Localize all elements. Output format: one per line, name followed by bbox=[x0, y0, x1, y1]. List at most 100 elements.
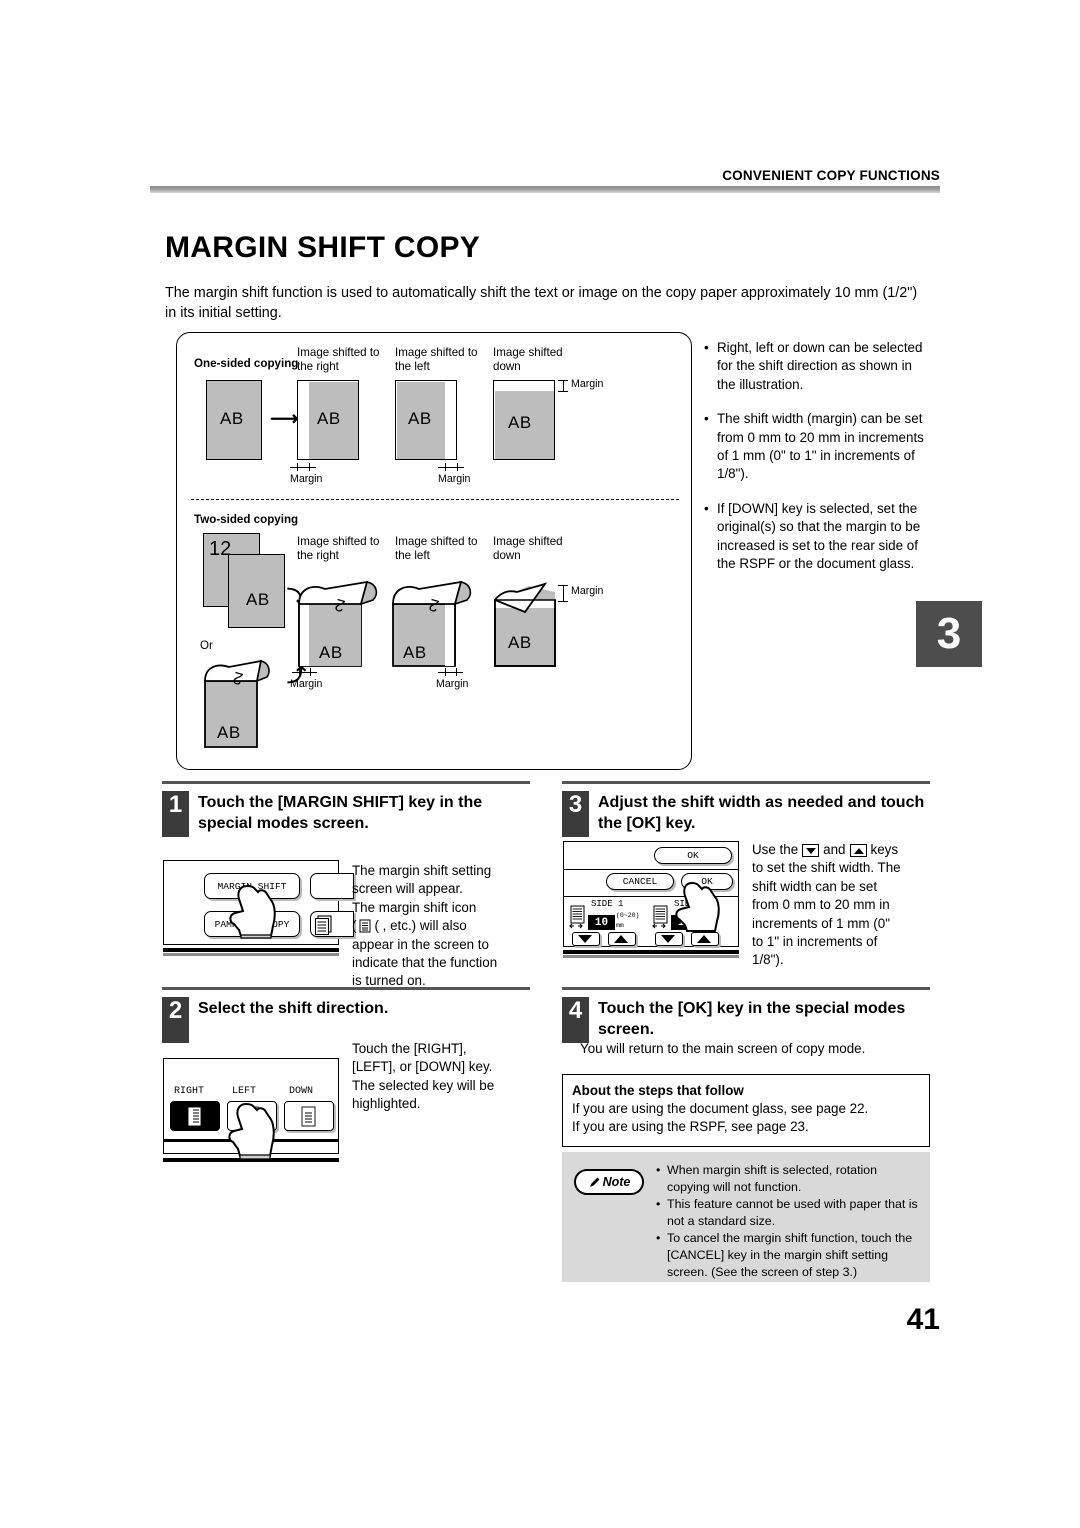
step-2-number: 2 bbox=[162, 997, 189, 1043]
section-divider bbox=[191, 499, 679, 500]
two-sided-caption-left: Image shifted to the left bbox=[395, 535, 478, 562]
two-sided-right-text: AB bbox=[319, 643, 343, 662]
step-2-body-line: [LEFT], or [DOWN] key. bbox=[352, 1059, 493, 1075]
curled-original-text: AB bbox=[217, 723, 241, 742]
one-sided-caption-left: Image shifted to the left bbox=[395, 346, 478, 373]
manual-page: CONVENIENT COPY FUNCTIONS MARGIN SHIFT C… bbox=[0, 0, 1080, 1528]
ok-top-key[interactable]: OK bbox=[654, 847, 732, 864]
one-sided-label: One-sided copying bbox=[194, 357, 299, 370]
side-1-range: (0~20) bbox=[616, 912, 640, 919]
feature-bullets: Right, left or down can be selected for … bbox=[704, 339, 930, 589]
step-4-title: Touch the [OK] key in the special modes … bbox=[598, 1000, 906, 1038]
note-item: This feature cannot be used with paper t… bbox=[656, 1196, 922, 1229]
step-2-rule bbox=[162, 987, 530, 990]
step-3-body-line: shift width can be set bbox=[752, 878, 878, 894]
margin-tick-f2 bbox=[558, 601, 568, 602]
step-3-number: 3 bbox=[562, 791, 589, 837]
margin-rule-f bbox=[563, 585, 564, 601]
step-2-body-line: The selected key will be bbox=[352, 1077, 495, 1093]
two-sided-back-text: AB bbox=[246, 590, 270, 609]
hand-touch-icon bbox=[229, 884, 276, 939]
note-badge: Note bbox=[574, 1169, 644, 1195]
note-items: When margin shift is selected, rotation … bbox=[656, 1162, 922, 1281]
note-badge-label: Note bbox=[602, 1175, 631, 1189]
step-2-body: Touch the [RIGHT], [LEFT], or [DOWN] key… bbox=[352, 1040, 537, 1114]
step-3-screen-base bbox=[563, 950, 739, 954]
cancel-key[interactable]: CANCEL bbox=[606, 873, 674, 890]
margin-label-c: Margin bbox=[571, 378, 604, 390]
about-steps-title: About the steps that follow bbox=[572, 1083, 744, 1098]
step-3-rule bbox=[562, 781, 930, 784]
step-2-body-line: highlighted. bbox=[352, 1096, 421, 1112]
step-1-body-line: The margin shift setting bbox=[352, 863, 492, 878]
margin-rule-e bbox=[438, 672, 463, 673]
bullet-item: The shift width (margin) can be set from… bbox=[704, 410, 930, 484]
step-3-body-line: from 0 mm to 20 mm in bbox=[752, 897, 890, 913]
up-arrow-icon bbox=[614, 935, 628, 943]
step-3: 3 Adjust the shift width as needed and t… bbox=[562, 781, 930, 837]
step-1-body-line: indicate that the function bbox=[352, 955, 498, 971]
page-title: MARGIN SHIFT COPY bbox=[165, 231, 481, 264]
one-sided-caption-right: Image shifted to the right bbox=[297, 346, 380, 373]
step-3-screen-base2 bbox=[563, 955, 739, 958]
down-arrow-icon bbox=[578, 935, 592, 943]
step-3-body-line: Use the bbox=[752, 842, 799, 857]
shift-left-sheet-text: AB bbox=[408, 409, 432, 428]
step-3-body-line: keys bbox=[870, 842, 899, 857]
step-1-number: 1 bbox=[162, 791, 189, 837]
intro-paragraph: The margin shift function is used to aut… bbox=[165, 285, 918, 321]
document-stack-icon bbox=[314, 915, 332, 936]
hand-touch-icon-step2 bbox=[228, 1102, 275, 1160]
arrow-right-icon: ⟶ bbox=[270, 408, 299, 430]
running-head: CONVENIENT COPY FUNCTIONS bbox=[722, 168, 940, 183]
two-sided-caption-down: Image shifted down bbox=[493, 535, 563, 562]
side-1-icon bbox=[569, 905, 585, 929]
step-1-body-line: ( , etc.) will also bbox=[374, 918, 467, 934]
step-3-body-line: to 1" in increments of bbox=[752, 934, 878, 950]
right-direction-key[interactable] bbox=[170, 1101, 220, 1131]
two-sided-caption-right: Image shifted to the right bbox=[297, 535, 380, 562]
side-1-unit: mm bbox=[616, 922, 624, 929]
step-2: 2 Select the shift direction. bbox=[162, 987, 530, 1043]
step-1-rule bbox=[162, 781, 530, 784]
step-1: 1 Touch the [MARGIN SHIFT] key in the sp… bbox=[162, 781, 530, 837]
step-3-body-line: increments of 1 mm (0" bbox=[752, 915, 890, 931]
one-sided-caption-down: Image shifted down bbox=[493, 346, 563, 373]
step-3-body-line: to set the shift width. The bbox=[752, 860, 901, 876]
down-direction-key[interactable] bbox=[284, 1101, 334, 1131]
step-1-body-line: The margin shift icon bbox=[352, 899, 477, 915]
step-1-body-line: appear in the screen to bbox=[352, 936, 489, 952]
original-sheet-text: AB bbox=[220, 409, 244, 428]
step-3-body-line: 1/8"). bbox=[752, 952, 784, 968]
two-sided-down-text: AB bbox=[508, 633, 532, 652]
step-1-title: Touch the [MARGIN SHIFT] key in the spec… bbox=[198, 794, 483, 832]
header-rule bbox=[150, 186, 940, 193]
margin-tick-c2 bbox=[558, 391, 568, 392]
chapter-tab: 3 bbox=[916, 601, 982, 667]
side-1-value: 10 bbox=[588, 915, 615, 930]
bullet-item: If [DOWN] key is selected, set the origi… bbox=[704, 500, 930, 574]
step-2-title: Select the shift direction. bbox=[198, 1000, 389, 1017]
about-steps-line: If you are using the document glass, see… bbox=[572, 1101, 869, 1116]
next-key-partial[interactable] bbox=[310, 873, 354, 899]
side-2-icon bbox=[652, 905, 668, 929]
margin-rule-b bbox=[438, 467, 464, 468]
pencil-icon bbox=[589, 1177, 600, 1187]
margin-rule-d bbox=[292, 672, 317, 673]
step-3-body: Use the and keys to set the shift width.… bbox=[752, 841, 937, 970]
step-3-divider-1 bbox=[564, 869, 738, 871]
margin-label-e: Margin bbox=[436, 678, 469, 690]
about-steps-box: About the steps that follow If you are u… bbox=[562, 1074, 930, 1147]
two-sided-label: Two-sided copying bbox=[194, 513, 299, 526]
curled-original-icon: 2 bbox=[204, 659, 270, 748]
two-sided-down-sheet bbox=[493, 582, 556, 667]
down-arrow-icon-2 bbox=[661, 935, 675, 943]
bullet-item: Right, left or down can be selected for … bbox=[704, 339, 930, 394]
up-arrow-icon-2 bbox=[697, 935, 711, 943]
illustration-panel: One-sided copying AB ⟶ Image shifted to … bbox=[176, 332, 692, 770]
margin-label-a: Margin bbox=[290, 473, 323, 485]
note-item: To cancel the margin shift function, tou… bbox=[656, 1230, 922, 1280]
step-1-screen-base2 bbox=[163, 953, 339, 956]
or-label: Or bbox=[200, 639, 213, 652]
up-arrow-key-inline bbox=[849, 843, 867, 857]
